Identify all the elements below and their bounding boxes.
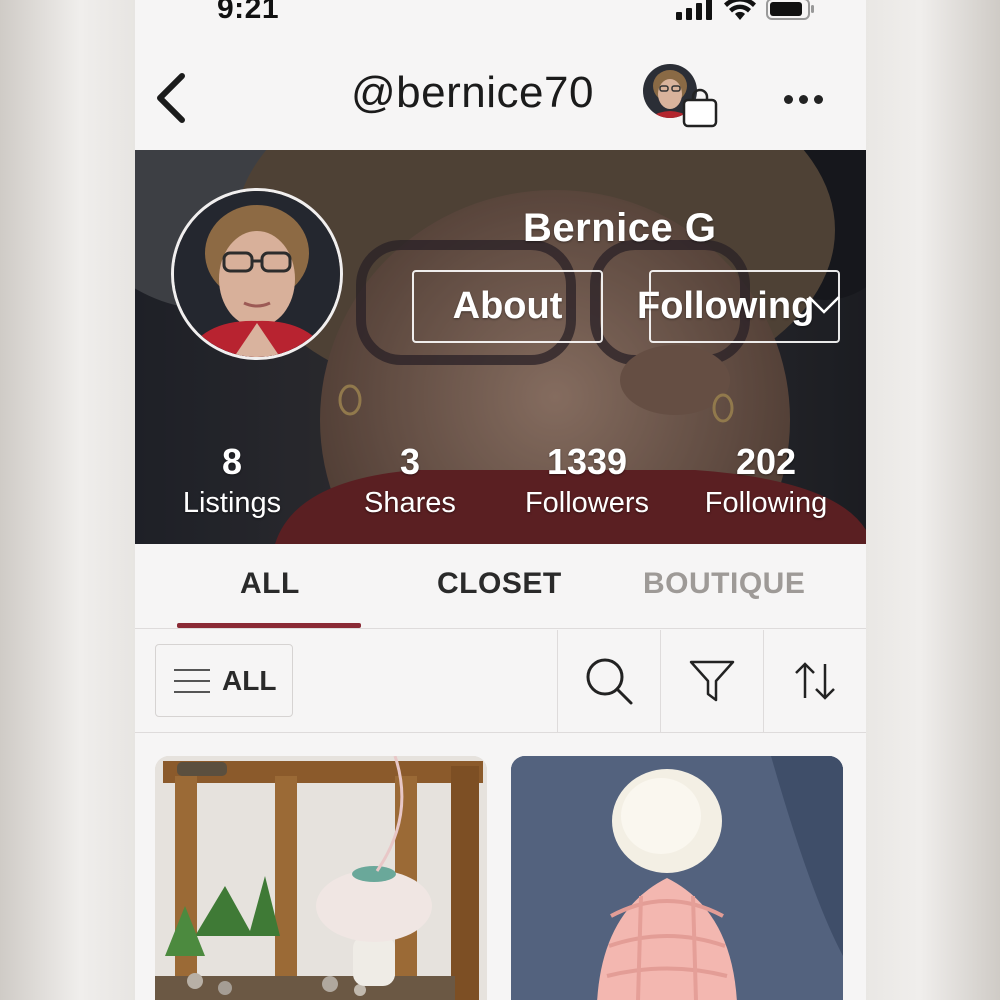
tab-all[interactable]: ALL bbox=[240, 567, 300, 601]
profile-cover: Bernice G About Following 8 Listings 3 S… bbox=[135, 150, 866, 544]
profile-name: Bernice G bbox=[523, 206, 717, 250]
following-label: Following bbox=[637, 285, 815, 327]
dot bbox=[783, 94, 793, 104]
stat-label: Shares bbox=[364, 487, 456, 519]
stat-label: Following bbox=[704, 487, 828, 519]
active-tab-indicator bbox=[177, 623, 361, 628]
dot bbox=[813, 94, 823, 104]
profile-stats: 8 Listings 3 Shares 1339 Followers 202 F… bbox=[135, 440, 866, 530]
filter-bar: ALL bbox=[135, 630, 866, 733]
dropdown-label: ALL bbox=[222, 664, 277, 696]
wifi-icon bbox=[724, 0, 756, 20]
category-dropdown[interactable]: ALL bbox=[155, 644, 293, 717]
listing-card[interactable] bbox=[155, 756, 487, 1000]
stat-value: 3 bbox=[399, 441, 421, 482]
stat-label: Listings bbox=[182, 487, 282, 519]
back-button[interactable] bbox=[149, 68, 193, 128]
stat-value: 202 bbox=[735, 441, 797, 482]
listing-image bbox=[511, 756, 843, 1000]
sort-icon bbox=[795, 662, 835, 700]
stat-shares[interactable]: 3 Shares bbox=[320, 440, 500, 522]
filter-icon bbox=[689, 660, 735, 702]
search-button[interactable] bbox=[557, 630, 660, 732]
listing-image bbox=[155, 756, 487, 1000]
dot bbox=[798, 94, 808, 104]
about-label: About bbox=[452, 285, 563, 327]
tab-boutique[interactable]: BOUTIQUE bbox=[643, 567, 805, 601]
stat-followers[interactable]: 1339 Followers bbox=[497, 440, 677, 522]
nav-username: @bernice70 bbox=[351, 68, 594, 117]
listing-card[interactable] bbox=[511, 756, 843, 1000]
status-bar: 9:21 bbox=[135, 0, 866, 38]
about-button[interactable]: About bbox=[412, 270, 603, 343]
tab-closet[interactable]: CLOSET bbox=[437, 567, 562, 601]
status-time: 9:21 bbox=[217, 0, 280, 25]
closet-tabs: ALL CLOSET BOUTIQUE bbox=[135, 545, 866, 629]
status-icons bbox=[676, 0, 816, 22]
chevron-down-icon bbox=[808, 296, 840, 314]
signal-icon bbox=[676, 0, 712, 20]
chevron-left-icon bbox=[157, 73, 185, 123]
stat-label: Followers bbox=[524, 487, 650, 519]
search-icon bbox=[586, 658, 633, 705]
app-screen: 9:21 @bernice70 Bernice G About Followin… bbox=[135, 0, 866, 1000]
filter-button[interactable] bbox=[660, 630, 763, 732]
sort-button[interactable] bbox=[763, 630, 866, 732]
profile-avatar[interactable] bbox=[171, 188, 343, 360]
stat-value: 1339 bbox=[546, 441, 628, 482]
stat-following[interactable]: 202 Following bbox=[676, 440, 856, 522]
more-options-button[interactable] bbox=[779, 84, 827, 114]
stat-listings[interactable]: 8 Listings bbox=[142, 440, 322, 522]
listings-grid bbox=[135, 734, 866, 1000]
nav-bar: @bernice70 bbox=[135, 38, 866, 150]
shopping-bag-icon[interactable] bbox=[681, 88, 719, 133]
menu-icon bbox=[174, 668, 210, 693]
stat-value: 8 bbox=[221, 441, 243, 482]
following-button[interactable]: Following bbox=[637, 270, 840, 343]
battery-icon bbox=[766, 0, 814, 20]
